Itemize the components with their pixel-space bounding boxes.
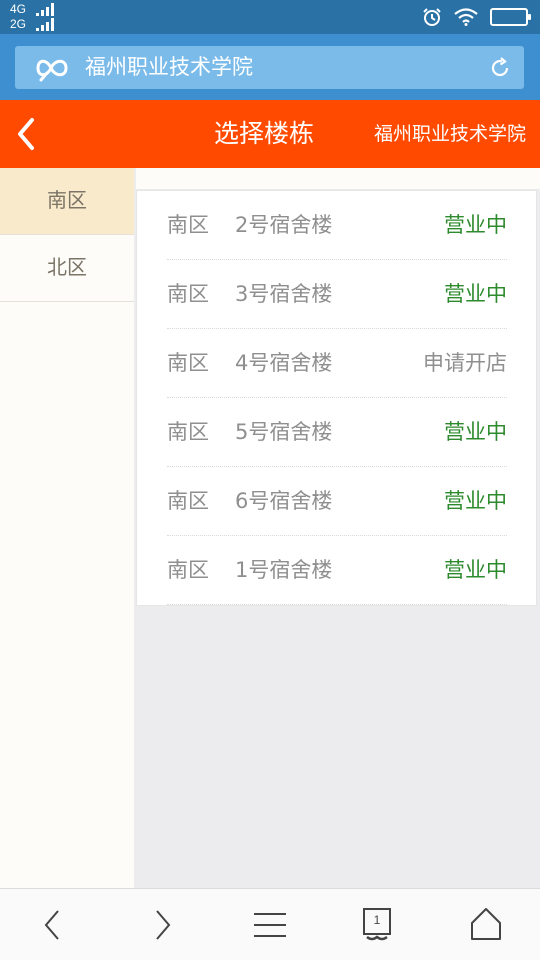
- building-name: 2号宿舍楼: [235, 213, 333, 237]
- url-text: 福州职业技术学院: [85, 55, 253, 79]
- building-row[interactable]: 南区 5号宿舍楼 营业中: [167, 398, 507, 467]
- status-bar: 4G 2G: [0, 0, 540, 34]
- building-name: 4号宿舍楼: [235, 351, 333, 375]
- battery-icon: [490, 8, 531, 26]
- building-status: 营业中: [444, 282, 507, 306]
- district-sidebar: 南区 北区: [0, 168, 135, 888]
- tabs-button[interactable]: 1: [362, 903, 406, 947]
- building-area: 南区: [167, 282, 209, 306]
- building-row[interactable]: 南区 6号宿舍楼 营业中: [167, 467, 507, 536]
- building-area: 南区: [167, 420, 209, 444]
- school-name-link[interactable]: 福州职业技术学院: [374, 100, 526, 168]
- building-status: 营业中: [444, 489, 507, 513]
- building-row[interactable]: 南区 3号宿舍楼 营业中: [167, 260, 507, 329]
- url-bar[interactable]: 福州职业技术学院: [15, 46, 524, 89]
- building-name: 3号宿舍楼: [235, 282, 333, 306]
- alarm-icon: [423, 8, 441, 26]
- app-header: 选择楼栋 福州职业技术学院: [0, 100, 540, 168]
- building-name: 5号宿舍楼: [235, 420, 333, 444]
- building-row[interactable]: 南区 1号宿舍楼 营业中: [167, 536, 507, 605]
- building-status: 营业中: [444, 213, 507, 237]
- browser-logo-icon: [36, 59, 68, 82]
- page-title: 选择楼栋: [214, 119, 315, 148]
- building-area: 南区: [167, 489, 209, 513]
- sidebar-item-north[interactable]: 北区: [0, 235, 134, 302]
- building-status: 营业中: [444, 558, 507, 582]
- reload-icon[interactable]: [488, 56, 512, 80]
- browser-toolbar: 福州职业技术学院: [0, 34, 540, 100]
- sidebar-item-south[interactable]: 南区: [0, 168, 134, 235]
- back-icon[interactable]: [31, 903, 75, 947]
- browser-bottom-nav: 1: [0, 888, 540, 960]
- wifi-icon: [454, 8, 478, 26]
- building-row[interactable]: 南区 2号宿舍楼 营业中: [167, 191, 507, 260]
- list-header-strip: [136, 168, 540, 190]
- building-row[interactable]: 南区 4号宿舍楼 申请开店: [167, 329, 507, 398]
- building-status: 营业中: [444, 420, 507, 444]
- building-area: 南区: [167, 558, 209, 582]
- home-icon[interactable]: [464, 903, 508, 947]
- building-area: 南区: [167, 213, 209, 237]
- building-status: 申请开店: [423, 351, 507, 375]
- signal-icon: [36, 3, 54, 16]
- menu-icon[interactable]: [248, 903, 292, 947]
- signal-icon: [36, 18, 54, 31]
- network-type-2: 2G: [10, 17, 27, 31]
- building-name: 1号宿舍楼: [235, 558, 333, 582]
- back-chevron-icon[interactable]: [8, 112, 52, 156]
- building-name: 6号宿舍楼: [235, 489, 333, 513]
- building-list: 南区 2号宿舍楼 营业中 南区 3号宿舍楼 营业中 南区 4号宿舍楼 申请开店 …: [136, 190, 537, 606]
- tab-count: 1: [373, 913, 381, 927]
- forward-icon[interactable]: [140, 903, 184, 947]
- building-area: 南区: [167, 351, 209, 375]
- network-type-1: 4G: [10, 2, 27, 16]
